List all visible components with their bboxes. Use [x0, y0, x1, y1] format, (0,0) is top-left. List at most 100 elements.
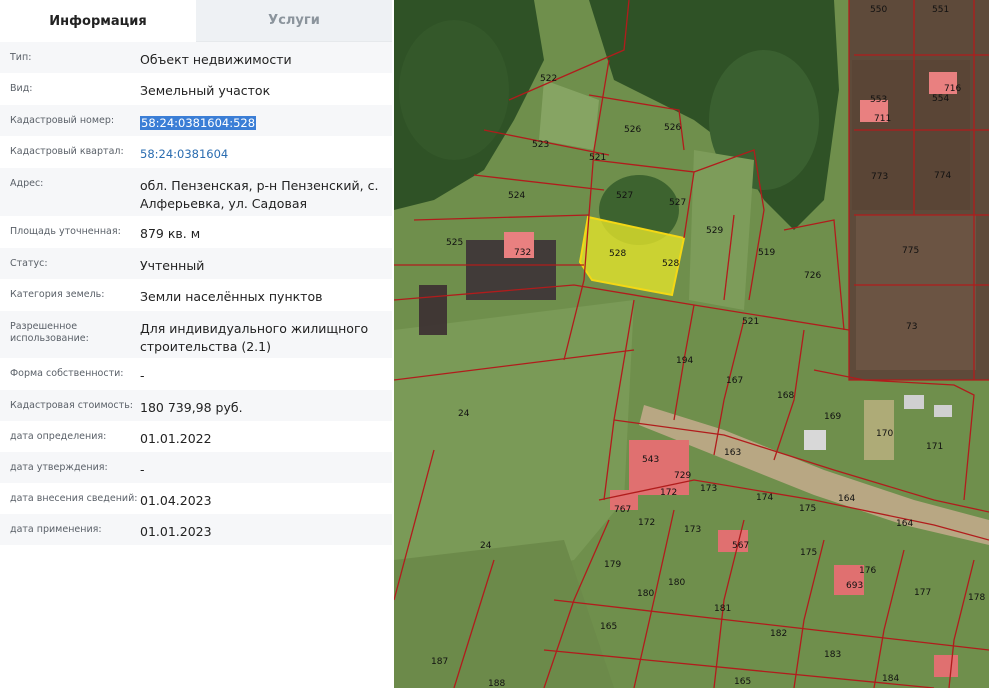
plot-label: 567	[732, 541, 749, 551]
field-label: Кадастровая стоимость:	[10, 400, 133, 411]
plot-label: 177	[914, 588, 931, 598]
field-label: Кадастровый номер:	[10, 115, 115, 126]
plot-label: 523	[532, 140, 549, 150]
plot-label: 165	[600, 622, 617, 632]
plot-label: 773	[871, 172, 888, 182]
field-value: Учтенный	[140, 258, 205, 273]
plot-label: 527	[669, 198, 686, 208]
plot-label: 525	[446, 238, 463, 248]
tab-services[interactable]: Услуги	[196, 0, 392, 42]
cadastral-quarter-link[interactable]: 58:24:0381604	[140, 145, 392, 163]
plot-label: 775	[902, 246, 919, 256]
plot-label: 524	[508, 191, 525, 201]
info-panel: Информация Услуги Тип: Объект недвижимос…	[0, 0, 392, 688]
plot-label: 165	[734, 677, 751, 687]
plot-label: 174	[756, 493, 773, 503]
plot-label: 729	[674, 471, 691, 481]
row-cadastral-value: Кадастровая стоимость: 180 739,98 руб.	[0, 390, 392, 421]
cadastral-number-value[interactable]: 58:24:0381604:528	[140, 116, 257, 130]
row-cadastral-quarter: Кадастровый квартал: 58:24:0381604	[0, 136, 392, 168]
field-value: 01.04.2023	[140, 493, 212, 508]
field-label: дата применения:	[10, 524, 102, 535]
field-value: Земли населённых пунктов	[140, 289, 323, 304]
plot-label: 521	[589, 153, 606, 163]
field-value: Для индивидуального жилищного строительс…	[140, 321, 369, 354]
plot-label: 528	[662, 259, 679, 269]
plot-label: 711	[874, 114, 891, 124]
row-entry-date: дата внесения сведений: 01.04.2023	[0, 483, 392, 514]
plot-label: 732	[514, 248, 531, 258]
plot-label: 168	[777, 391, 794, 401]
row-determination-date: дата определения: 01.01.2022	[0, 421, 392, 452]
plot-label: 519	[758, 248, 775, 258]
field-value: 01.01.2022	[140, 431, 212, 446]
map-canvas[interactable]: 522 526 526 523 521 527 527 524 529 525 …	[394, 0, 989, 688]
plot-label: 183	[824, 650, 841, 660]
tab-info[interactable]: Информация	[0, 0, 196, 42]
plot-label: 726	[804, 271, 821, 281]
field-label: Категория земель:	[10, 289, 105, 300]
field-value: Объект недвижимости	[140, 52, 292, 67]
row-application-date: дата применения: 01.01.2023	[0, 514, 392, 545]
plowed-area	[849, 0, 989, 380]
plot-label: 171	[926, 442, 943, 452]
plot-label: 173	[700, 484, 717, 494]
cadastral-number-link[interactable]: 58:24:0381604:528	[140, 114, 392, 132]
tab-bar: Информация Услуги	[0, 0, 392, 42]
field-label: Адрес:	[10, 178, 44, 189]
plot-label: 553	[870, 95, 887, 105]
plot-label: 163	[724, 448, 741, 458]
plot-label: 178	[968, 593, 985, 603]
plot-label: 167	[726, 376, 743, 386]
row-kind: Вид: Земельный участок	[0, 73, 392, 105]
row-type: Тип: Объект недвижимости	[0, 42, 392, 73]
plot-label: 181	[714, 604, 731, 614]
field-label: дата утверждения:	[10, 462, 108, 473]
plot-label: 184	[882, 674, 899, 684]
plot-label: 693	[846, 581, 863, 591]
plot-label: 73	[906, 322, 917, 332]
plot-label: 551	[932, 5, 949, 15]
field-value: -	[140, 368, 145, 383]
field-value: Земельный участок	[140, 83, 271, 98]
field-label: Разрешенное использование:	[10, 321, 89, 344]
plot-label: 522	[540, 74, 557, 84]
field-label: Площадь уточненная:	[10, 226, 121, 237]
plot-label: 526	[664, 123, 681, 133]
plot-label: 180	[637, 589, 654, 599]
field-value: -	[140, 462, 145, 477]
field-label: Тип:	[10, 52, 32, 63]
plot-label: 179	[604, 560, 621, 570]
plot-label: 176	[859, 566, 876, 576]
field-label: Кадастровый квартал:	[10, 146, 124, 157]
row-cadastral-number: Кадастровый номер: 58:24:0381604:528	[0, 105, 392, 136]
plot-label: 180	[668, 578, 685, 588]
plot-label: 543	[642, 455, 659, 465]
properties-list: Тип: Объект недвижимости Вид: Земельный …	[0, 42, 392, 545]
row-address: Адрес: обл. Пензенская, р-н Пензенский, …	[0, 168, 392, 216]
field-label: Вид:	[10, 83, 33, 94]
row-ownership: Форма собственности: -	[0, 358, 392, 390]
row-land-category: Категория земель: Земли населённых пункт…	[0, 279, 392, 311]
plot-label: 521	[742, 317, 759, 327]
plot-label: 24	[458, 409, 470, 419]
plot-label: 767	[614, 505, 631, 515]
plot-label: 169	[824, 412, 841, 422]
row-permitted-use: Разрешенное использование: Для индивидуа…	[0, 311, 392, 358]
plot-label: 164	[838, 494, 855, 504]
field-value: 180 739,98 руб.	[140, 400, 243, 415]
plot-label: 188	[488, 679, 505, 688]
cadastral-map[interactable]: 522 526 526 523 521 527 527 524 529 525 …	[394, 0, 989, 688]
field-label: Статус:	[10, 258, 48, 269]
plot-label: 172	[638, 518, 655, 528]
field-label: дата внесения сведений:	[10, 493, 138, 504]
plot-label: 774	[934, 171, 951, 181]
plot-label: 194	[676, 356, 693, 366]
plot-label: 529	[706, 226, 723, 236]
plot-label: 170	[876, 429, 893, 439]
field-value: обл. Пензенская, р-н Пензенский, с. Алфе…	[140, 178, 379, 211]
plot-label: 554	[932, 94, 949, 104]
row-approval-date: дата утверждения: -	[0, 452, 392, 483]
field-label: дата определения:	[10, 431, 107, 442]
plot-label: 528	[609, 249, 626, 259]
